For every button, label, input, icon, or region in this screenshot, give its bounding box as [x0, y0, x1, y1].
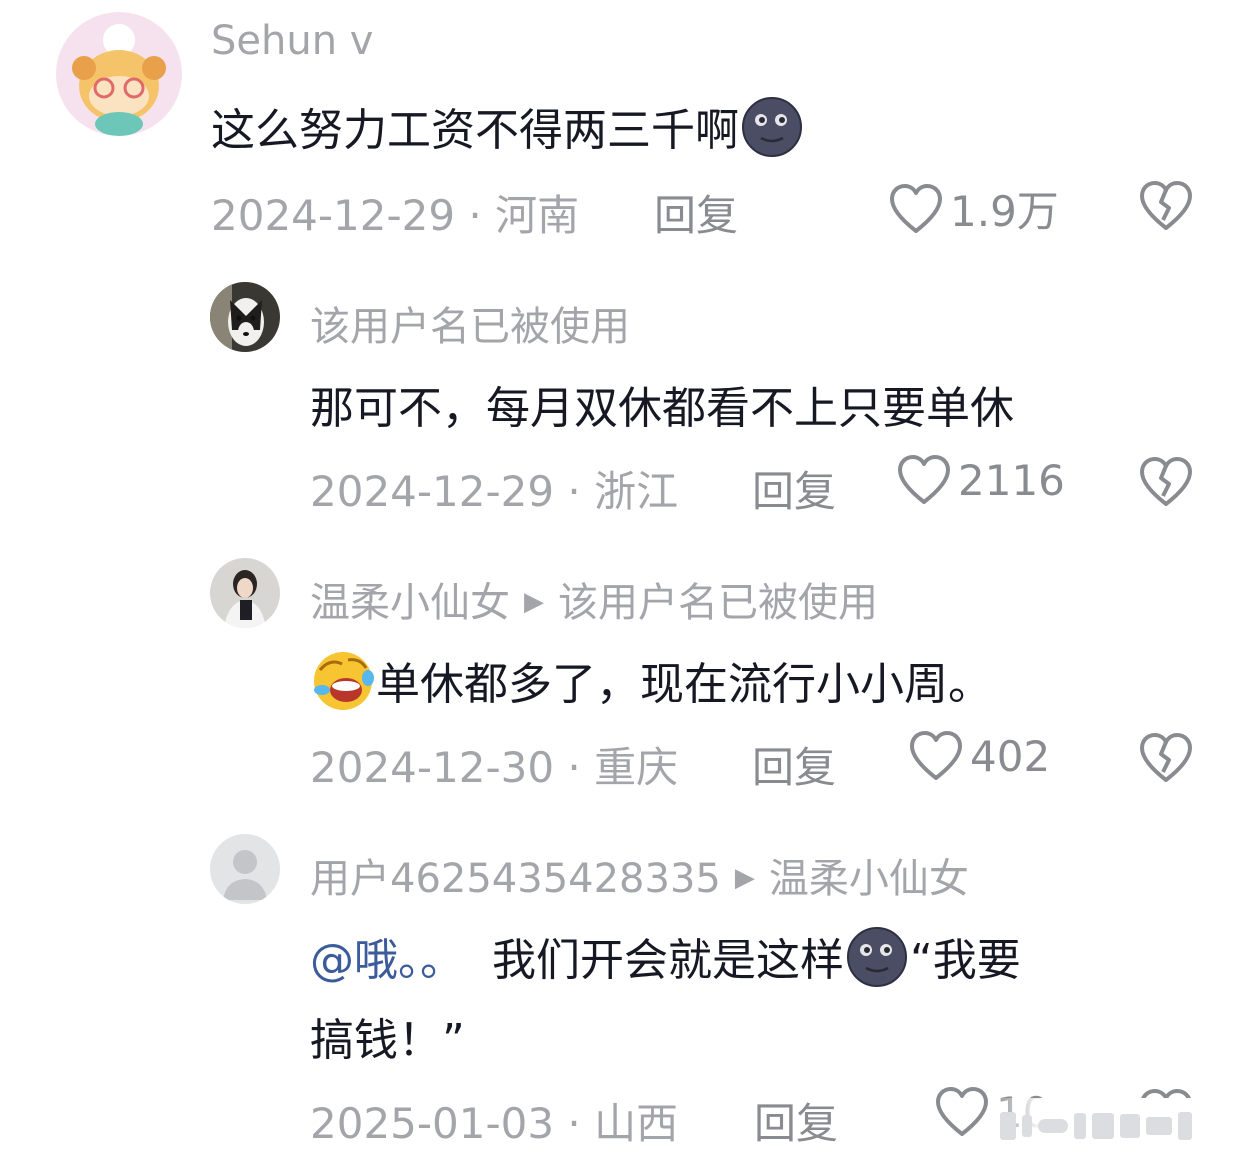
comment-username[interactable]: Sehun v: [211, 18, 373, 64]
comment-username-with-reply-target: 温柔小仙女 ▶ 该用户名已被使用: [310, 570, 878, 628]
avatar[interactable]: [210, 558, 280, 628]
rolling-laughing-emoji: [310, 650, 376, 712]
comment-username-with-reply-target: 用户4625435428335 ▶ 温柔小仙女: [310, 846, 969, 904]
comment-username[interactable]: 该用户名已被使用: [310, 294, 630, 352]
reply-button[interactable]: 回复: [752, 734, 836, 795]
heart-outline-icon: [936, 1087, 988, 1136]
avatar[interactable]: [56, 12, 182, 136]
comment-text: @哦。。 我们开会就是这样 “我要: [310, 924, 1021, 994]
comment-date-location: 2025-01-03 · 山西: [310, 1099, 679, 1148]
heart-outline-icon: [910, 731, 962, 780]
reply-target-username[interactable]: 该用户名已被使用: [558, 580, 878, 626]
comment-username[interactable]: 用户4625435428335: [310, 856, 721, 902]
reply-target-username[interactable]: 温柔小仙女: [769, 856, 969, 902]
like-button[interactable]: 1.9万: [888, 178, 1059, 239]
comment-username[interactable]: 温柔小仙女: [310, 580, 510, 626]
comment-text-line2: 搞钱！”: [310, 1015, 465, 1066]
broken-heart-icon: [1140, 181, 1192, 230]
like-count: 2116: [958, 455, 1065, 505]
like-button[interactable]: 402: [908, 730, 1050, 782]
triangle-right-icon: ▶: [524, 587, 544, 617]
reply-button[interactable]: 回复: [752, 458, 836, 519]
comment-text: 那可不，每月双休都看不上只要单休: [310, 383, 1014, 434]
like-button[interactable]: 2116: [896, 454, 1065, 506]
comment-text-content: 单休都多了，现在流行小小周。: [376, 659, 992, 710]
new-moon-face-emoji: [844, 926, 910, 988]
dislike-button[interactable]: [1138, 456, 1194, 508]
watermark: [1000, 1112, 1192, 1140]
comment-text-content: 我们开会就是这样: [492, 935, 844, 986]
avatar[interactable]: [210, 282, 280, 352]
comment-date-location: 2024-12-29 · 浙江: [310, 467, 679, 516]
like-count: 1.9万: [950, 187, 1059, 236]
avatar[interactable]: [210, 834, 280, 904]
broken-heart-icon: [1140, 457, 1192, 506]
comment-text-quote: “我要: [910, 935, 1021, 986]
new-moon-face-emoji: [739, 96, 805, 158]
reply-button[interactable]: 回复: [654, 182, 738, 243]
broken-heart-icon: [1140, 733, 1192, 782]
like-count: 402: [970, 731, 1051, 781]
dislike-button[interactable]: [1138, 732, 1194, 784]
triangle-right-icon: ▶: [734, 863, 755, 893]
comment-date-location: 2024-12-30 · 重庆: [310, 743, 679, 792]
comment-date-location: 2024-12-29 · 河南: [211, 191, 580, 240]
reply-button[interactable]: 回复: [754, 1090, 838, 1151]
comment-text: 这么努力工资不得两三千啊: [211, 94, 805, 164]
mention-link[interactable]: @哦。。: [310, 935, 464, 986]
comment-text: 单休都多了，现在流行小小周。: [310, 648, 992, 718]
heart-outline-icon: [890, 183, 942, 233]
heart-outline-icon: [898, 455, 950, 504]
comment-text-content: 这么努力工资不得两三千啊: [211, 105, 739, 156]
dislike-button[interactable]: [1138, 180, 1194, 232]
